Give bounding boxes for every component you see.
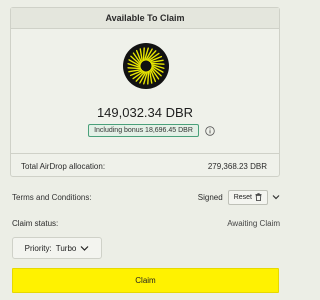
allocation-row: Total AirDrop allocation: 279,368.23 DBR (11, 153, 279, 178)
card-title: Available To Claim (11, 8, 279, 29)
bonus-row: Including bonus 18,696.45 DBR (11, 124, 279, 137)
terms-label: Terms and Conditions: (12, 192, 92, 202)
available-to-claim-card: Available To Claim 149,032.34 DBR Includ… (10, 7, 280, 177)
claim-panel: Available To Claim 149,032.34 DBR Includ… (0, 0, 291, 300)
info-icon[interactable] (205, 125, 215, 136)
bonus-badge: Including bonus 18,696.45 DBR (88, 124, 199, 137)
claimable-amount: 149,032.34 DBR (96, 105, 194, 120)
claim-button[interactable]: Claim (12, 268, 279, 293)
chevron-down-icon[interactable] (272, 193, 280, 201)
priority-select[interactable]: Priority: Turbo (12, 237, 102, 259)
claim-status-row: Claim status: Awaiting Claim (12, 219, 280, 228)
reset-label: Reset (233, 193, 252, 201)
token-logo-icon (123, 43, 169, 89)
priority-label: Priority: (24, 243, 52, 253)
priority-value: Turbo (55, 243, 77, 253)
terms-status: Signed (197, 192, 223, 202)
reset-button[interactable]: Reset (227, 189, 268, 205)
chevron-down-icon (80, 246, 89, 251)
claim-status-value: Awaiting Claim (227, 219, 280, 228)
claim-status-label: Claim status: (12, 219, 59, 228)
terms-row: Terms and Conditions: Signed Reset (12, 189, 280, 205)
allocation-value: 279,368.23 DBR (207, 161, 267, 171)
allocation-label: Total AirDrop allocation: (21, 161, 106, 171)
trash-icon (255, 193, 262, 201)
